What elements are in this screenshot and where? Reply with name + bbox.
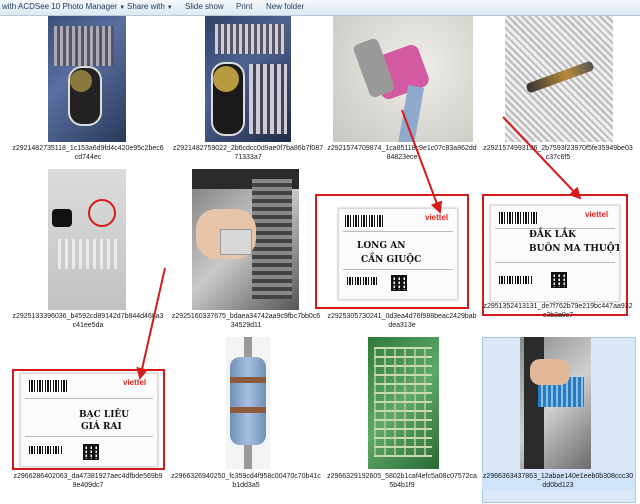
- file-name[interactable]: z2921574993196_2b7593f23970f5fe35949be03…: [482, 144, 634, 162]
- new-folder-button[interactable]: New folder: [266, 2, 304, 11]
- file-thumbnail[interactable]: viettel BẠC LIÊU GIÁ RAI: [20, 373, 158, 467]
- district-label: GIÁ RAI: [81, 422, 122, 432]
- share-with-button[interactable]: Share with ▼: [127, 2, 173, 11]
- file-thumbnail[interactable]: [192, 169, 299, 310]
- file-thumbnail[interactable]: [333, 16, 473, 142]
- share-with-label: Share with: [127, 2, 165, 11]
- province-label: ĐẮK LẮK: [529, 230, 576, 240]
- file-name[interactable]: z2921482759022_2b6cdcc0d9ae0f7ba86b7f087…: [172, 144, 324, 162]
- file-thumbnail[interactable]: [226, 337, 270, 469]
- slide-show-button[interactable]: Slide show: [185, 2, 224, 11]
- file-thumbnail[interactable]: [520, 337, 591, 469]
- file-thumbnail[interactable]: [368, 337, 439, 469]
- chevron-down-icon: ▼: [119, 5, 126, 11]
- file-name[interactable]: z2925160337675_bdaea34742aa9c9fbc7bb0c63…: [170, 312, 322, 330]
- file-name[interactable]: z2921482735118_1c153a6d9fd4c420e95c2bec6…: [12, 144, 164, 162]
- file-thumbnail[interactable]: [48, 169, 126, 310]
- file-name[interactable]: z2966363437863_12abae140e1eeb0b308ccc30d…: [482, 472, 634, 490]
- file-name[interactable]: z2951352413131_de7f762b79e219bc447aa932c…: [482, 302, 634, 320]
- district-label: CẦN GIUỘC: [361, 255, 422, 265]
- province-label: BẠC LIÊU: [79, 410, 130, 420]
- file-thumbnail[interactable]: viettel LONG AN CẦN GIUỘC: [338, 208, 458, 300]
- file-name[interactable]: z2966326940250_fc359cd4f958c00470c70b41c…: [170, 472, 322, 490]
- file-name[interactable]: z2925133396036_b4592cd89142d7b844d468a3c…: [12, 312, 164, 330]
- file-thumbnail[interactable]: [48, 16, 126, 142]
- district-label: BUÔN MA THUỘT: [529, 244, 620, 254]
- open-with-label: with ACDSee 10 Photo Manager: [2, 2, 118, 11]
- file-name[interactable]: z2921574709874_1ca85118c9e1c07c83a862dd8…: [326, 144, 478, 162]
- file-thumbnail[interactable]: [205, 16, 291, 142]
- brand-label: viettel: [123, 378, 147, 387]
- file-name[interactable]: z2966329192605_5802b1caf4efc5a08c07572ca…: [326, 472, 478, 490]
- brand-label: viettel: [585, 210, 609, 219]
- file-name[interactable]: z2966286402063_da47381927aec4dfbde569b99…: [12, 472, 164, 490]
- print-button[interactable]: Print: [236, 2, 252, 11]
- province-label: LONG AN: [357, 241, 406, 251]
- file-thumbnail[interactable]: viettel ĐẮK LẮK BUÔN MA THUỘT: [490, 205, 620, 302]
- chevron-down-icon: ▼: [166, 5, 173, 11]
- command-bar: with ACDSee 10 Photo Manager ▼ Share with…: [0, 0, 640, 16]
- file-name[interactable]: z2925305730241_0d3ea4d76f988beac2429babd…: [326, 312, 478, 330]
- file-thumbnail[interactable]: [505, 16, 613, 142]
- brand-label: viettel: [425, 213, 449, 222]
- open-with-acdsee-button[interactable]: with ACDSee 10 Photo Manager ▼: [2, 2, 125, 11]
